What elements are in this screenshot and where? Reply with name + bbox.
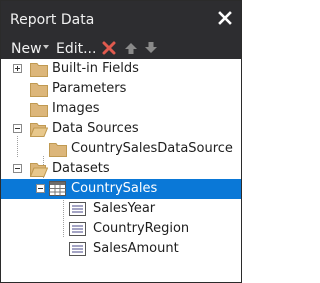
tree-item-images[interactable]: Images — [1, 99, 241, 119]
tree-item-country-sales[interactable]: CountrySales — [1, 179, 241, 199]
close-icon[interactable] — [217, 9, 233, 27]
folder-open-icon — [30, 163, 48, 177]
expand-plus-icon[interactable] — [13, 64, 22, 73]
field-icon — [69, 242, 86, 256]
tree-item-label: Data Sources — [52, 121, 139, 136]
toolbar: New Edit... — [1, 39, 241, 59]
edit-button[interactable]: Edit... — [56, 40, 96, 58]
folder-open-icon — [30, 123, 48, 137]
report-data-window: Report Data New Edit... Built-in Fields … — [0, 0, 242, 283]
collapse-minus-icon[interactable] — [13, 124, 22, 133]
tree-item-sales-amount[interactable]: SalesAmount — [1, 239, 241, 259]
folder-icon — [30, 83, 48, 97]
tree-item-label: SalesYear — [93, 201, 156, 216]
tree-item-datasets[interactable]: Datasets — [1, 159, 241, 179]
table-icon — [49, 181, 66, 196]
tree-item-label: CountrySalesDataSource — [71, 141, 233, 156]
tree-item-label: Parameters — [52, 81, 127, 96]
tree-item-country-sales-data-source[interactable]: CountrySalesDataSource — [1, 139, 241, 159]
tree-item-label: CountryRegion — [93, 221, 190, 236]
field-icon — [69, 222, 86, 236]
folder-icon — [30, 63, 48, 77]
tree-item-sales-year[interactable]: SalesYear — [1, 199, 241, 219]
field-icon — [69, 202, 86, 216]
folder-icon — [30, 103, 48, 117]
tree-item-label: Datasets — [52, 161, 110, 176]
move-up-icon[interactable] — [124, 41, 138, 55]
tree-item-country-region[interactable]: CountryRegion — [1, 219, 241, 239]
tree-item-built-in-fields[interactable]: Built-in Fields — [1, 59, 241, 79]
window-title: Report Data — [10, 12, 95, 28]
collapse-minus-icon[interactable] — [13, 164, 22, 173]
new-button[interactable]: New — [11, 40, 42, 58]
collapse-minus-icon[interactable] — [36, 184, 45, 193]
tree-item-label: CountrySales — [71, 181, 158, 196]
dropdown-arrow-icon[interactable] — [43, 44, 49, 50]
tree-item-parameters[interactable]: Parameters — [1, 79, 241, 99]
delete-icon[interactable] — [102, 41, 116, 55]
tree-item-label: SalesAmount — [93, 241, 179, 256]
tree-item-label: Images — [52, 101, 100, 116]
move-down-icon[interactable] — [144, 41, 158, 55]
folder-icon — [49, 143, 67, 157]
tree-item-label: Built-in Fields — [52, 61, 139, 76]
tree-item-data-sources[interactable]: Data Sources — [1, 119, 241, 139]
title-bar: Report Data — [1, 1, 241, 39]
